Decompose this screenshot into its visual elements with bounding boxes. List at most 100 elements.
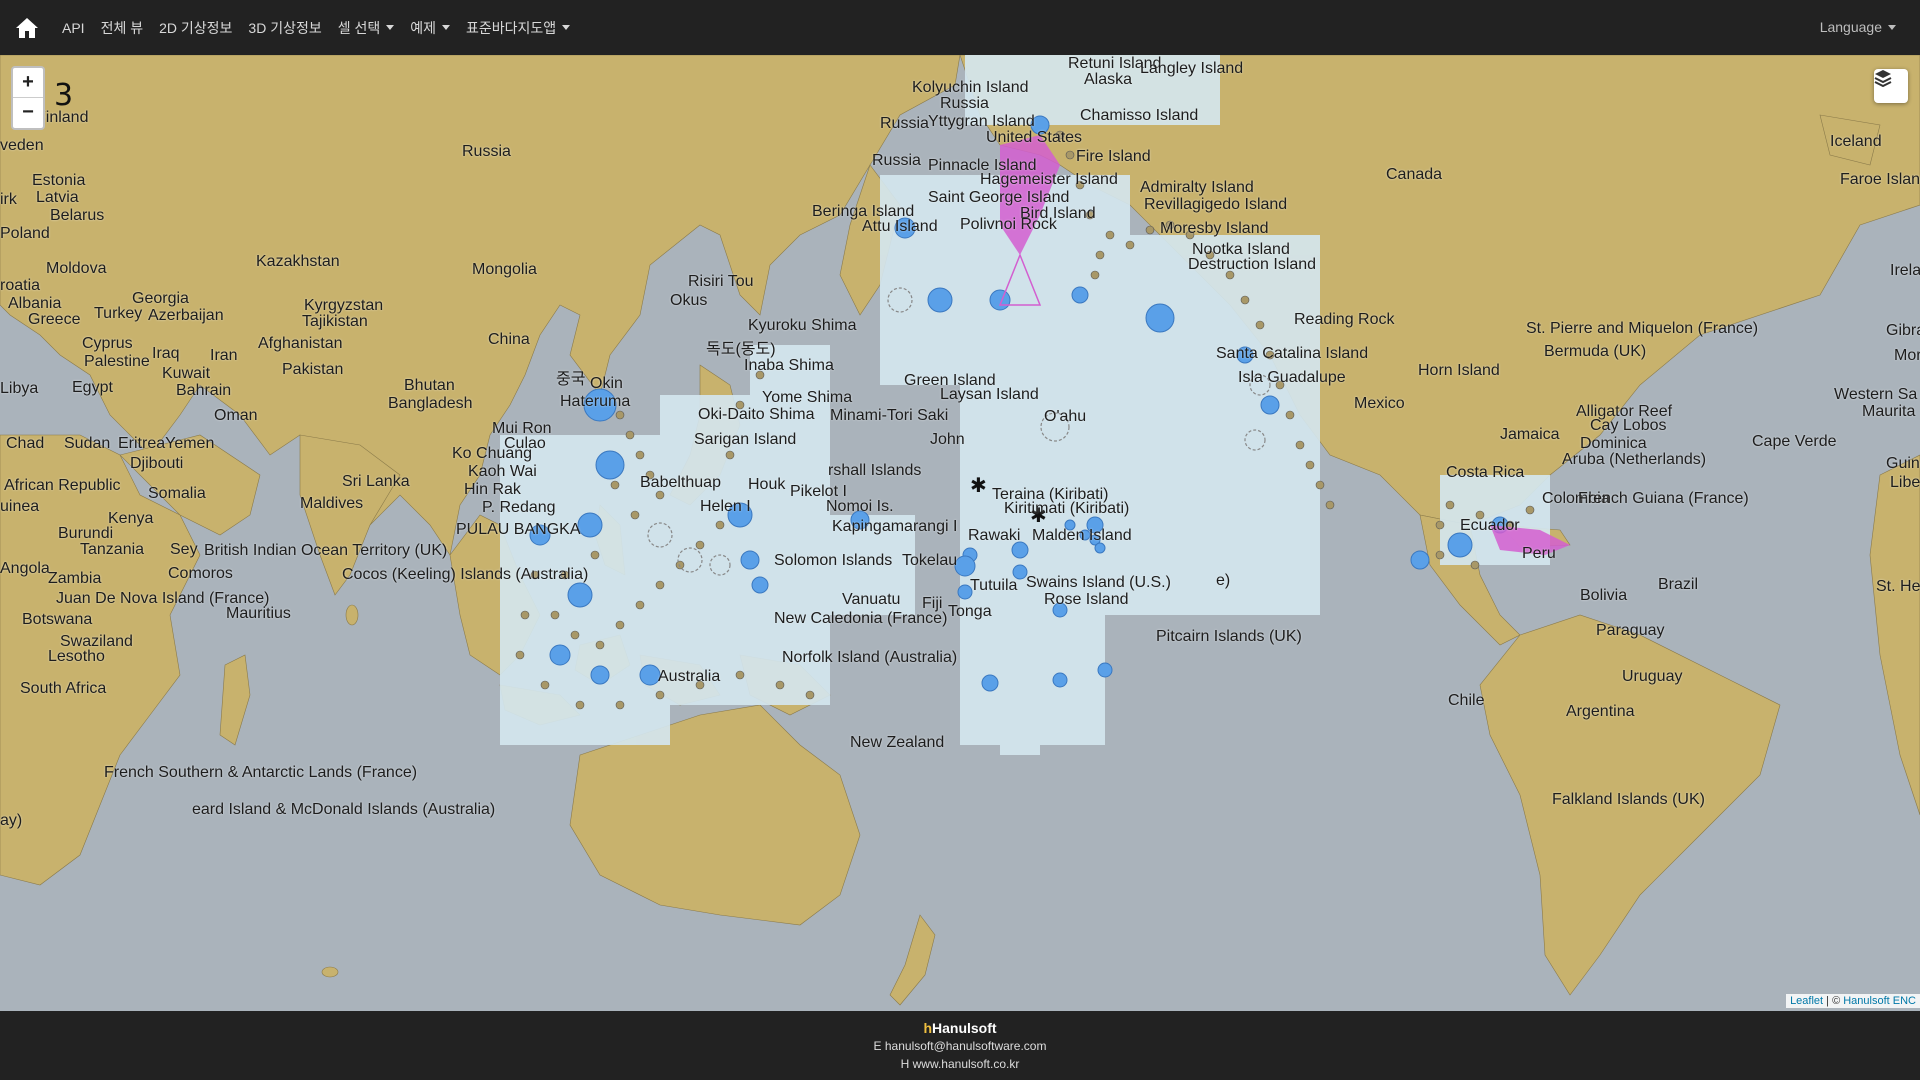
nav-cell-select-dropdown[interactable]: 셀 선택: [338, 18, 395, 38]
map-label-okinawa: Okin: [590, 375, 623, 392]
zoom-in-button[interactable]: +: [13, 68, 43, 98]
nav-examples-dropdown[interactable]: 예제: [410, 18, 451, 38]
map-label-moldova: Moldova: [46, 260, 107, 277]
footer-brand: hHanulsoft: [0, 1019, 1920, 1037]
footer-email[interactable]: hanulsoft@hanulsoftware.com: [885, 1039, 1047, 1053]
nav-api[interactable]: API: [62, 20, 85, 36]
map-canvas[interactable]: ✱ ✱ Finland veden Estonia Latvia Belarus…: [0, 55, 1920, 1011]
map-label-isla-guadalupe: Isla Guadalupe: [1238, 369, 1346, 386]
nav-sea-map-app-dropdown[interactable]: 표준바다지도앱: [466, 18, 571, 38]
footer-email-prefix: E: [873, 1039, 882, 1053]
map-label-norfolk: Norfolk Island (Australia): [782, 649, 958, 666]
map-label-falkland: Falkland Islands (UK): [1552, 791, 1705, 808]
map-label-kaoh-wai: Kaoh Wai: [468, 463, 537, 480]
map-label-lesotho: Lesotho: [48, 648, 105, 665]
hanulsoft-enc-link[interactable]: Hanulsoft ENC: [1843, 995, 1916, 1007]
layers-icon: [1874, 70, 1892, 87]
map-label-australia: Australia: [658, 668, 721, 685]
map-label-tutuila: Tutuila: [970, 577, 1018, 594]
zoom-level-indicator: 3: [54, 78, 74, 113]
map-label-marshall: rshall Islands: [828, 462, 922, 479]
map-label-car: African Republic: [4, 477, 121, 494]
footer-website-prefix: H: [900, 1057, 910, 1071]
map-label-iraq: Iraq: [152, 345, 180, 362]
map-label-tajikistan: Tajikistan: [302, 313, 368, 330]
caret-down-icon: [1888, 24, 1896, 30]
zoom-control: + −: [11, 66, 45, 130]
map-label-guinea: Guine: [1886, 455, 1920, 472]
map-label-santa-catalina: Santa Catalina Island: [1216, 345, 1369, 362]
map-label-johnston: John: [930, 431, 965, 448]
map-label-risiri-tou: Risiri Tou: [688, 273, 754, 290]
map-label-mexico: Mexico: [1354, 395, 1405, 412]
map-label-ay: ay): [0, 812, 23, 829]
map-label-argentina: Argentina: [1566, 703, 1635, 720]
language-dropdown[interactable]: Language: [1820, 19, 1896, 35]
map-label-biot: British Indian Ocean Territory (UK): [204, 542, 448, 559]
map-label-bahrain: Bahrain: [176, 382, 232, 399]
map-label-inaba-shima: Inaba Shima: [744, 357, 834, 374]
map-label-langley: Langley Island: [1140, 60, 1244, 77]
map-label-russia-2: Russia: [940, 95, 989, 112]
map-label-egypt: Egypt: [72, 379, 113, 396]
map-label-chamisso: Chamisso Island: [1080, 107, 1199, 124]
map-label-western-sahara: Western Sa: [1834, 386, 1918, 403]
zoom-out-button[interactable]: −: [13, 98, 43, 127]
map-label-iran: Iran: [210, 347, 238, 364]
map-label-hateruma: Hateruma: [560, 393, 631, 410]
map-label-faroe: Faroe Island: [1840, 171, 1920, 188]
map-label-bhutan: Bhutan: [404, 377, 455, 394]
map-label-djibouti: Djibouti: [130, 455, 184, 472]
map-label-new-zealand: New Zealand: [850, 734, 945, 751]
map-label-georgia: Georgia: [132, 290, 189, 307]
map-label-chile: Chile: [1448, 692, 1485, 709]
map-label-admiralty: Admiralty Island: [1140, 179, 1254, 196]
map-label-rose: Rose Island: [1044, 591, 1129, 608]
map-label-laysan: Laysan Island: [940, 386, 1039, 403]
map-label-croatia: roatia: [0, 277, 41, 294]
map-label-polivnoi-rock: Polivnoi Rock: [960, 216, 1057, 233]
map-label-china-kr: 중국: [556, 371, 586, 388]
map-label-horn-island: Horn Island: [1418, 362, 1500, 379]
nav-sea-map-app-label: 표준바다지도앱: [466, 19, 557, 36]
map-label-oahu: O'ahu: [1044, 408, 1087, 425]
map-label-bangladesh: Bangladesh: [388, 395, 473, 412]
map-label-hagemeister: Hagemeister Island: [980, 171, 1118, 188]
map-label-yome-shima: Yome Shima: [762, 389, 853, 406]
map-label-culao: Culao: [504, 435, 546, 452]
leaflet-link[interactable]: Leaflet: [1790, 995, 1823, 1007]
nav-full-view[interactable]: 전체 뷰: [101, 18, 144, 38]
map-label-sweden: veden: [0, 137, 44, 154]
top-navbar: API 전체 뷰 2D 기상정보 3D 기상정보 셀 선택 예제 표준바다지도앱…: [0, 0, 1920, 55]
map-label-latvia: Latvia: [36, 189, 79, 206]
footer-website[interactable]: www.hanulsoft.co.kr: [913, 1057, 1020, 1071]
map-label-tonga: Tonga: [948, 603, 992, 620]
map-label-st-helena: St. He: [1876, 578, 1920, 595]
map-label-mongolia: Mongolia: [472, 261, 537, 278]
map-label-estonia: Estonia: [32, 172, 86, 189]
map-label-jamaica: Jamaica: [1500, 426, 1560, 443]
map-label-bermuda: Bermuda (UK): [1544, 343, 1647, 360]
layers-control-button[interactable]: [1874, 69, 1908, 103]
map-label-cape-verde: Cape Verde: [1752, 433, 1837, 450]
map-label-russia: Russia: [462, 143, 511, 160]
map-label-sudan: Sudan: [64, 435, 111, 452]
map-label-brazil: Brazil: [1658, 576, 1699, 593]
map-label-kapingamarangi: Kapingamarangi I: [832, 518, 958, 535]
map-label-french-guiana: French Guiana (France): [1578, 490, 1749, 507]
map-label-oki-daito-shima: Oki-Daito Shima: [698, 406, 815, 423]
map-label-hin-rak: Hin Rak: [464, 481, 521, 498]
map-label-china: China: [488, 331, 530, 348]
map-label-attu: Attu Island: [862, 218, 938, 235]
nav-3d-weather[interactable]: 3D 기상정보: [248, 18, 321, 38]
map-label-liberia: Libe: [1890, 474, 1920, 491]
map-label-sri-lanka: Sri Lanka: [342, 473, 410, 490]
map-label-paraguay: Paraguay: [1596, 622, 1665, 639]
home-icon[interactable]: [12, 13, 42, 43]
map-label-kyuroku-shima: Kyuroku Shima: [748, 317, 857, 334]
map-label-tanzania: Tanzania: [80, 541, 145, 558]
nav-2d-weather[interactable]: 2D 기상정보: [159, 18, 232, 38]
map-label-costa-rica: Costa Rica: [1446, 464, 1525, 481]
map-label-malden: Malden Island: [1032, 527, 1132, 544]
footer-brand-name: Hanulsoft: [932, 1020, 997, 1036]
